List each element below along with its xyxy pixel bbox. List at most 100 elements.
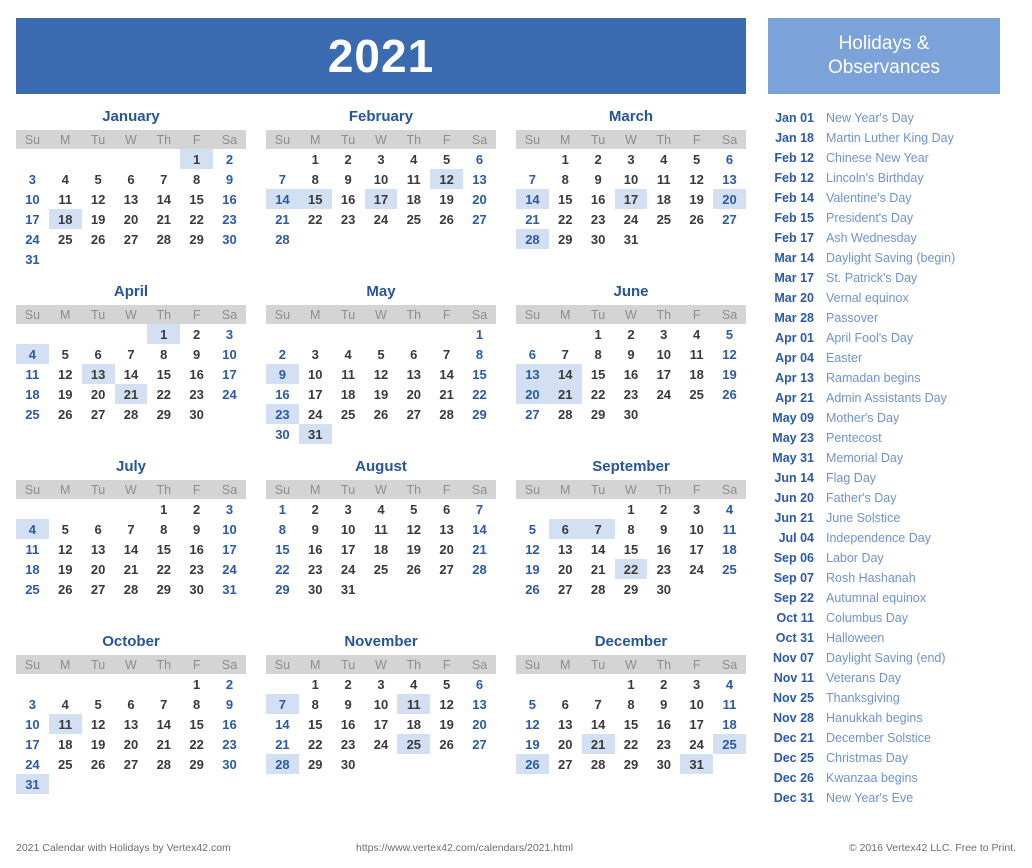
day-cell[interactable]: 5	[680, 149, 713, 169]
day-cell[interactable]: 12	[397, 519, 430, 539]
day-cell[interactable]: 5	[430, 674, 463, 694]
day-cell[interactable]: 28	[516, 229, 549, 249]
day-cell[interactable]: 30	[332, 754, 365, 774]
day-cell[interactable]: 8	[463, 344, 496, 364]
day-cell[interactable]: 16	[299, 539, 332, 559]
day-cell[interactable]: 7	[115, 519, 148, 539]
day-cell[interactable]: 8	[180, 169, 213, 189]
day-cell[interactable]: 21	[114, 384, 148, 404]
day-cell[interactable]: 7	[582, 694, 615, 714]
day-cell[interactable]: 8	[549, 169, 582, 189]
day-cell[interactable]: 29	[615, 579, 648, 599]
day-cell[interactable]: 8	[299, 169, 332, 189]
day-cell[interactable]: 19	[430, 714, 463, 734]
day-cell[interactable]: 19	[516, 559, 549, 579]
day-cell[interactable]: 23	[180, 384, 213, 404]
day-cell[interactable]: 9	[213, 169, 246, 189]
day-cell[interactable]: 26	[516, 754, 549, 774]
day-cell[interactable]: 15	[180, 189, 213, 209]
day-cell[interactable]: 10	[16, 714, 49, 734]
day-cell[interactable]: 17	[213, 539, 246, 559]
day-cell[interactable]: 10	[680, 519, 713, 539]
day-cell[interactable]: 23	[213, 209, 246, 229]
day-cell[interactable]: 24	[16, 229, 49, 249]
day-cell[interactable]: 26	[49, 404, 82, 424]
day-cell[interactable]: 4	[397, 674, 430, 694]
day-cell[interactable]: 25	[397, 734, 431, 754]
day-cell[interactable]: 8	[147, 519, 180, 539]
day-cell[interactable]: 24	[680, 734, 713, 754]
day-cell[interactable]: 12	[365, 364, 398, 384]
day-cell[interactable]: 4	[365, 499, 398, 519]
day-cell[interactable]: 29	[463, 404, 496, 424]
day-cell[interactable]: 17	[680, 539, 713, 559]
day-cell[interactable]: 13	[115, 189, 148, 209]
day-cell[interactable]: 12	[49, 539, 82, 559]
day-cell[interactable]: 30	[213, 754, 246, 774]
day-cell[interactable]: 31	[332, 579, 365, 599]
day-cell[interactable]: 17	[213, 364, 246, 384]
day-cell[interactable]: 17	[332, 539, 365, 559]
day-cell[interactable]: 31	[615, 229, 648, 249]
day-cell[interactable]: 1	[549, 149, 582, 169]
day-cell[interactable]: 30	[180, 404, 213, 424]
day-cell[interactable]: 3	[365, 674, 398, 694]
day-cell[interactable]: 2	[180, 324, 213, 344]
day-cell[interactable]: 10	[213, 519, 246, 539]
day-cell[interactable]: 20	[463, 714, 496, 734]
day-cell[interactable]: 9	[615, 344, 648, 364]
day-cell[interactable]: 27	[713, 209, 746, 229]
day-cell[interactable]: 7	[516, 169, 549, 189]
day-cell[interactable]: 14	[147, 189, 180, 209]
day-cell[interactable]: 11	[16, 364, 49, 384]
day-cell[interactable]: 24	[365, 209, 398, 229]
day-cell[interactable]: 25	[49, 229, 82, 249]
day-cell[interactable]: 15	[299, 714, 332, 734]
day-cell[interactable]: 16	[266, 384, 299, 404]
day-cell[interactable]: 25	[680, 384, 713, 404]
day-cell[interactable]: 22	[299, 734, 332, 754]
day-cell[interactable]: 27	[463, 209, 496, 229]
day-cell[interactable]: 12	[82, 189, 115, 209]
day-cell[interactable]: 23	[332, 209, 365, 229]
day-cell[interactable]: 2	[582, 149, 615, 169]
day-cell[interactable]: 5	[516, 694, 549, 714]
day-cell[interactable]: 17	[365, 714, 398, 734]
day-cell[interactable]: 5	[713, 324, 746, 344]
day-cell[interactable]: 1	[266, 499, 299, 519]
day-cell[interactable]: 10	[299, 364, 332, 384]
day-cell[interactable]: 23	[647, 734, 680, 754]
day-cell[interactable]: 9	[582, 169, 615, 189]
day-cell[interactable]: 13	[463, 169, 496, 189]
day-cell[interactable]: 22	[614, 559, 648, 579]
day-cell[interactable]: 8	[299, 694, 332, 714]
day-cell[interactable]: 16	[582, 189, 615, 209]
day-cell[interactable]: 17	[16, 734, 49, 754]
day-cell[interactable]: 16	[213, 714, 246, 734]
day-cell[interactable]: 23	[332, 734, 365, 754]
day-cell[interactable]: 20	[115, 734, 148, 754]
day-cell[interactable]: 15	[549, 189, 582, 209]
day-cell[interactable]: 26	[680, 209, 713, 229]
day-cell[interactable]: 22	[180, 209, 213, 229]
day-cell[interactable]: 19	[49, 559, 82, 579]
day-cell[interactable]: 1	[615, 674, 648, 694]
day-cell[interactable]: 5	[516, 519, 549, 539]
day-cell[interactable]: 1	[147, 499, 180, 519]
day-cell[interactable]: 2	[332, 149, 365, 169]
day-cell[interactable]: 1	[582, 324, 615, 344]
day-cell[interactable]: 5	[49, 519, 82, 539]
day-cell[interactable]: 24	[299, 404, 332, 424]
day-cell[interactable]: 14	[266, 714, 299, 734]
day-cell[interactable]: 22	[147, 384, 180, 404]
day-cell[interactable]: 19	[82, 734, 115, 754]
day-cell[interactable]: 2	[266, 344, 299, 364]
day-cell[interactable]: 29	[299, 754, 332, 774]
day-cell[interactable]: 5	[82, 169, 115, 189]
day-cell[interactable]: 1	[147, 324, 181, 344]
day-cell[interactable]: 29	[180, 754, 213, 774]
day-cell[interactable]: 9	[213, 694, 246, 714]
day-cell[interactable]: 28	[549, 404, 582, 424]
day-cell[interactable]: 6	[115, 169, 148, 189]
day-cell[interactable]: 5	[430, 149, 463, 169]
